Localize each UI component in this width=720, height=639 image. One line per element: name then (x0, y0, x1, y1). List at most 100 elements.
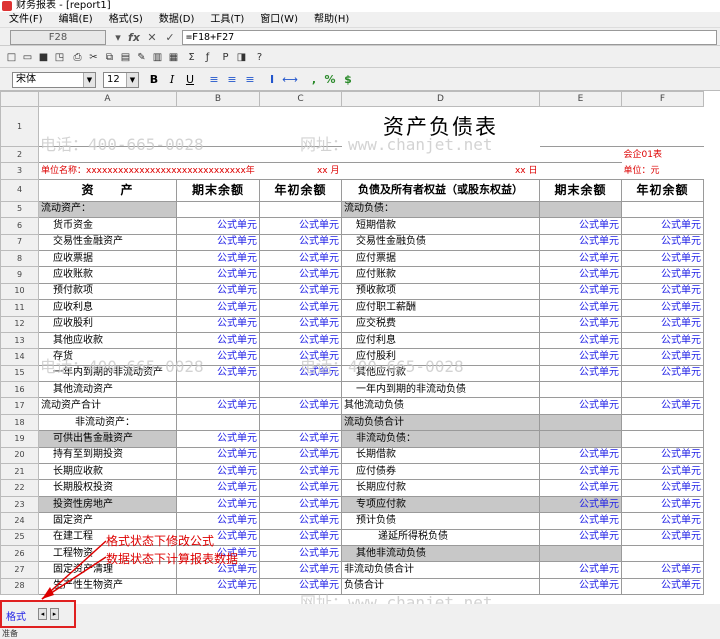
month-cell[interactable]: xx 月 (260, 163, 342, 179)
liability-opening-cell[interactable]: 公式单元 (621, 577, 704, 596)
asset-closing-cell[interactable]: 公式单元 (176, 463, 260, 481)
menu-file[interactable]: 文件(F) (6, 12, 46, 27)
liability-opening-cell[interactable]: 公式单元 (621, 348, 704, 366)
percent-style-button[interactable]: % (322, 72, 338, 88)
liability-label-cell[interactable]: 应交税费 (341, 315, 540, 333)
liability-opening-cell[interactable]: 公式单元 (621, 364, 704, 383)
cell[interactable] (540, 163, 622, 179)
asset-closing-cell[interactable]: 公式单元 (176, 331, 260, 350)
row-header[interactable]: 3 (0, 162, 39, 180)
asset-opening-cell[interactable]: 公式单元 (259, 299, 342, 317)
asset-label-cell[interactable]: 存货 (38, 348, 177, 366)
pivot-icon[interactable]: P (218, 50, 233, 65)
row-header[interactable]: 20 (0, 446, 39, 465)
liability-label-cell[interactable]: 预计负债 (341, 512, 540, 530)
asset-closing-cell[interactable]: 公式单元 (176, 348, 260, 366)
liability-closing-cell[interactable]: 公式单元 (539, 561, 622, 579)
liability-label-cell[interactable]: 非流动负债合计 (341, 561, 540, 579)
form-code-cell[interactable]: 会企01表 (622, 147, 704, 163)
row-header[interactable]: 22 (0, 479, 39, 497)
liability-opening-cell[interactable] (621, 413, 704, 432)
liability-opening-cell[interactable]: 公式单元 (621, 479, 704, 497)
horizontal-align-icon[interactable]: ⟷ (282, 72, 298, 88)
liability-opening-cell[interactable] (621, 200, 704, 219)
mode-label[interactable]: 格式 (6, 608, 26, 623)
asset-closing-cell[interactable] (176, 413, 260, 432)
liability-label-cell[interactable]: 应付利息 (341, 331, 540, 350)
asset-label-cell[interactable]: 应收票据 (38, 249, 177, 268)
cancel-icon[interactable]: ✕ (144, 30, 160, 45)
liability-label-cell[interactable]: 应付债券 (341, 463, 540, 481)
liability-label-cell[interactable]: 其他应付款 (341, 364, 540, 383)
liability-closing-cell[interactable]: 公式单元 (539, 266, 622, 284)
liability-label-cell[interactable]: 流动负债合计 (341, 413, 540, 432)
asset-opening-cell[interactable]: 公式单元 (259, 249, 342, 268)
row-header[interactable]: 15 (0, 364, 39, 383)
row-header[interactable]: 24 (0, 512, 39, 530)
header-assets[interactable]: 资 产 (38, 178, 177, 202)
liability-label-cell[interactable]: 递延所得税负债 (341, 528, 540, 546)
liability-opening-cell[interactable] (621, 381, 704, 399)
liability-closing-cell[interactable]: 公式单元 (539, 528, 622, 546)
liability-closing-cell[interactable]: 公式单元 (539, 282, 622, 301)
asset-opening-cell[interactable]: 公式单元 (259, 495, 342, 514)
liability-label-cell[interactable]: 长期借款 (341, 446, 540, 465)
liability-closing-cell[interactable] (539, 544, 622, 563)
save-icon[interactable]: ■ (36, 50, 51, 65)
vertical-align-icon[interactable]: I (264, 72, 280, 88)
asset-opening-cell[interactable]: 公式单元 (259, 282, 342, 301)
cell[interactable] (38, 106, 177, 147)
menu-data[interactable]: 数据(D) (156, 12, 198, 27)
asset-closing-cell[interactable] (176, 200, 260, 219)
toggle-view-icon[interactable]: ◨ (234, 50, 249, 65)
liability-closing-cell[interactable]: 公式单元 (539, 315, 622, 333)
font-name-select[interactable]: 宋体 ▼ (12, 72, 96, 88)
liability-opening-cell[interactable]: 公式单元 (621, 282, 704, 301)
liability-opening-cell[interactable] (621, 430, 704, 448)
delete-row-icon[interactable]: ▦ (166, 50, 181, 65)
row-header[interactable]: 1 (0, 106, 39, 147)
asset-opening-cell[interactable]: 公式单元 (259, 348, 342, 366)
cell[interactable] (539, 106, 622, 147)
cell-reference-box[interactable]: F28 (10, 30, 106, 45)
asset-closing-cell[interactable] (176, 381, 260, 399)
liability-closing-cell[interactable]: 公式单元 (539, 577, 622, 596)
open-folder-icon[interactable]: ▭ (20, 50, 35, 65)
row-header[interactable]: 12 (0, 315, 39, 333)
menu-tools[interactable]: 工具(T) (207, 12, 247, 27)
asset-closing-cell[interactable]: 公式单元 (176, 364, 260, 383)
comma-style-button[interactable]: , (306, 72, 322, 88)
asset-opening-cell[interactable]: 公式单元 (259, 463, 342, 481)
asset-opening-cell[interactable]: 公式单元 (259, 544, 342, 563)
dropdown-arrow-icon[interactable]: ▾ (110, 30, 126, 45)
asset-opening-cell[interactable]: 公式单元 (259, 479, 342, 497)
liability-label-cell[interactable]: 预收款项 (341, 282, 540, 301)
asset-opening-cell[interactable] (259, 381, 342, 399)
print-preview-icon[interactable]: ◳ (52, 50, 67, 65)
row-header[interactable]: 18 (0, 413, 39, 432)
liability-closing-cell[interactable]: 公式单元 (539, 249, 622, 268)
liability-closing-cell[interactable]: 公式单元 (539, 331, 622, 350)
liability-label-cell[interactable]: 专项应付款 (341, 495, 540, 514)
asset-label-cell[interactable]: 其他应收款 (38, 331, 177, 350)
header-opening-balance[interactable]: 年初余额 (259, 178, 342, 202)
asset-label-cell[interactable]: 应收账款 (38, 266, 177, 284)
column-header-a[interactable]: A (38, 91, 177, 107)
asset-opening-cell[interactable] (259, 200, 342, 219)
menu-window[interactable]: 窗口(W) (257, 12, 301, 27)
asset-label-cell[interactable]: 长期应收款 (38, 463, 177, 481)
asset-label-cell[interactable]: 预付款项 (38, 282, 177, 301)
row-header[interactable]: 14 (0, 348, 39, 366)
italic-button[interactable]: I (164, 72, 180, 88)
cut-icon[interactable]: ✂ (86, 50, 101, 65)
liability-label-cell[interactable]: 负债合计 (341, 577, 540, 596)
row-header[interactable]: 13 (0, 331, 39, 350)
liability-closing-cell[interactable] (539, 430, 622, 448)
row-header[interactable]: 16 (0, 381, 39, 399)
cell[interactable] (621, 106, 704, 147)
cell[interactable] (176, 146, 260, 164)
formula-input[interactable]: =F18+F27 (182, 30, 717, 45)
asset-closing-cell[interactable]: 公式单元 (176, 282, 260, 301)
confirm-icon[interactable]: ✓ (162, 30, 178, 45)
align-right-icon[interactable]: ≡ (242, 72, 258, 88)
